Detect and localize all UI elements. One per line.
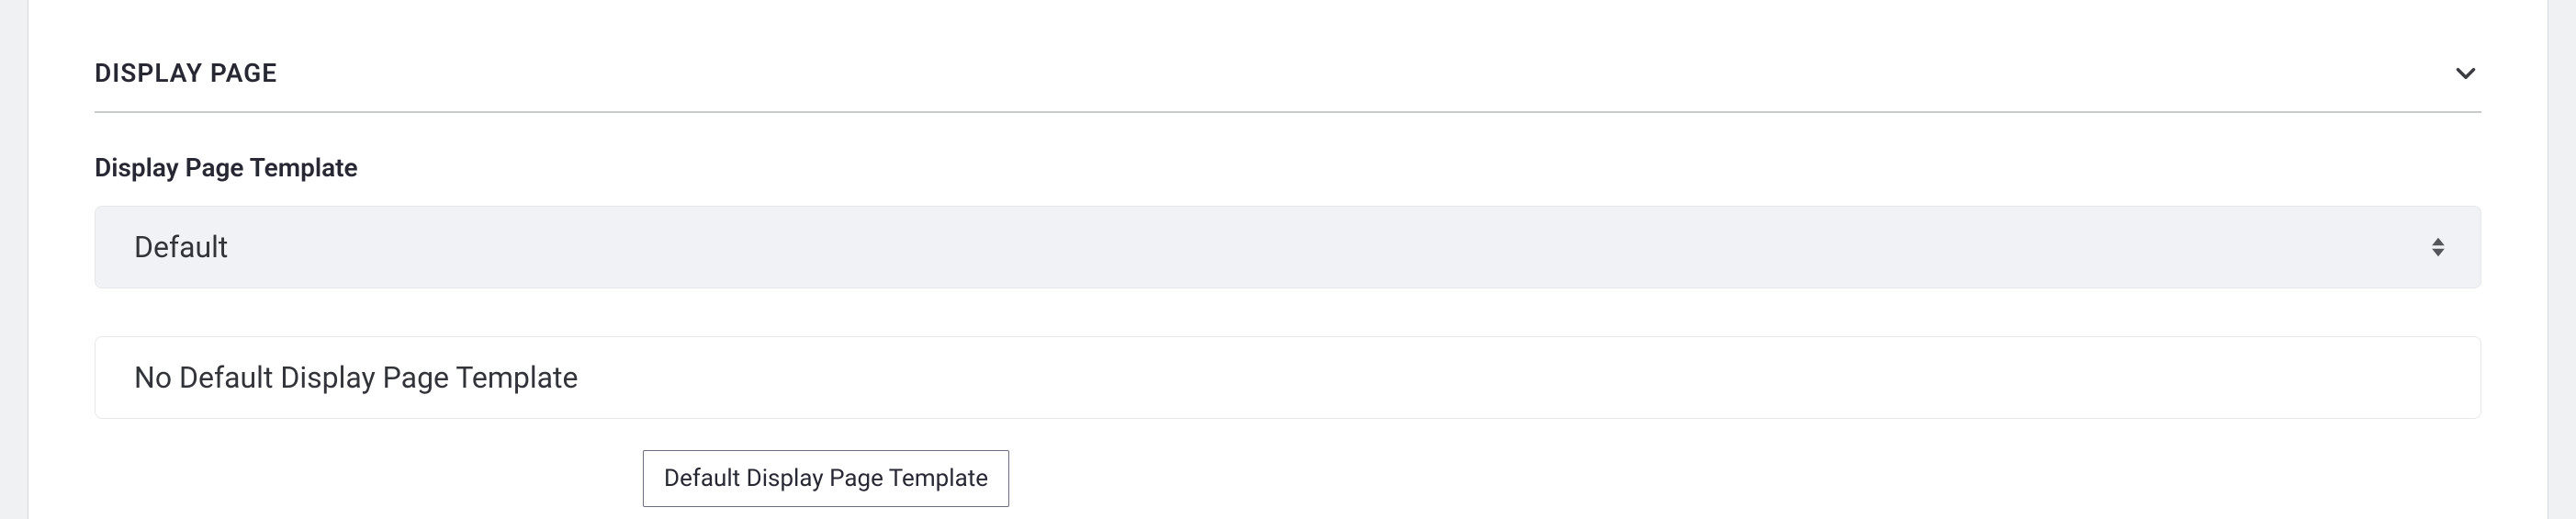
display-page-template-label: Display Page Template (95, 150, 2481, 186)
display-page-template-selected-value: Default (134, 227, 228, 268)
tooltip-default-display-page-template: Default Display Page Template (643, 450, 1009, 507)
section-title: DISPLAY PAGE (95, 55, 277, 91)
default-display-page-info: No Default Display Page Template (95, 336, 2481, 419)
select-caret-icon (2428, 236, 2448, 258)
page-root: DISPLAY PAGE Display Page Template Defau… (0, 0, 2576, 519)
section-header-display-page[interactable]: DISPLAY PAGE (95, 55, 2481, 113)
display-page-template-select-wrap: Default (95, 206, 2481, 288)
chevron-down-icon (2450, 58, 2481, 89)
default-display-page-info-text: No Default Display Page Template (134, 357, 578, 399)
display-page-card: DISPLAY PAGE Display Page Template Defau… (28, 0, 2548, 519)
display-page-template-select[interactable]: Default (95, 206, 2481, 288)
